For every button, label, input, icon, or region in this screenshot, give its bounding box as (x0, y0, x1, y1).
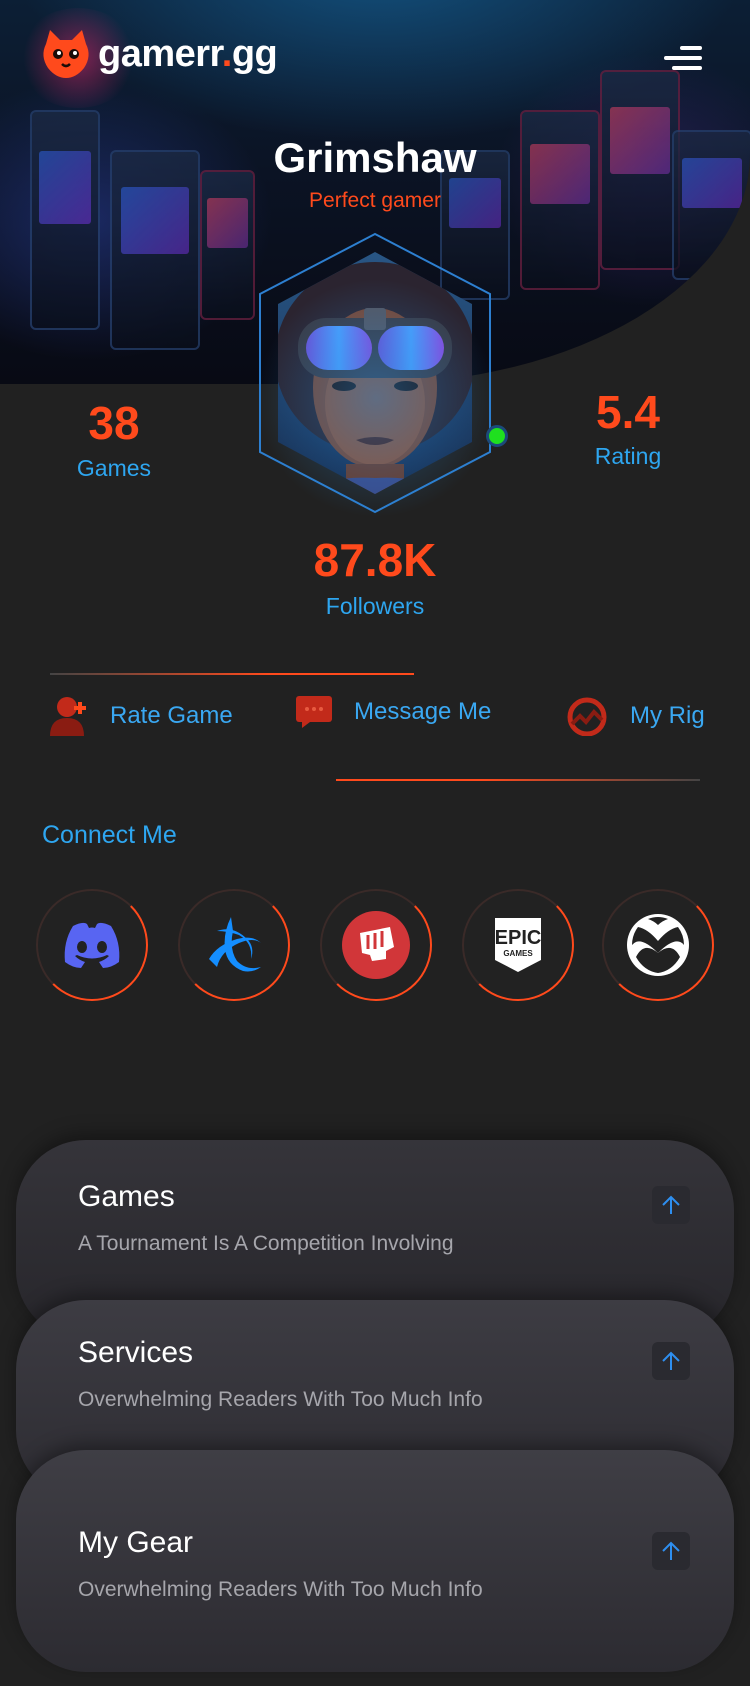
my-gear-card-description: Overwhelming Readers With Too Much Info (78, 1578, 483, 1601)
games-card-description: A Tournament Is A Competition Involving (78, 1232, 454, 1255)
my-gear-card[interactable]: My Gear Overwhelming Readers With Too Mu… (16, 1450, 734, 1672)
connect-title: Connect Me (42, 821, 177, 849)
followers-label: Followers (325, 593, 425, 619)
xbox-button[interactable] (602, 889, 714, 1001)
my-rig-label: My Rig (630, 702, 705, 729)
divider (336, 779, 700, 781)
brand-logo[interactable]: gamerr.gg (38, 26, 278, 82)
games-label: Games (76, 455, 152, 481)
rate-game-button[interactable]: Rate Game (50, 696, 233, 736)
services-card-title: Services (78, 1336, 194, 1369)
riot-button[interactable] (320, 889, 432, 1001)
followers-count: 87.8K (313, 534, 437, 586)
battlenet-icon (209, 917, 261, 972)
games-card-title: Games (78, 1180, 175, 1213)
rating-label: Rating (594, 443, 662, 469)
rating-value: 5.4 (596, 386, 660, 438)
brand-name: gamerr.gg (98, 32, 278, 75)
battlenet-button[interactable] (178, 889, 290, 1001)
my-gear-card-title: My Gear (78, 1526, 194, 1559)
message-me-button[interactable]: Message Me (296, 696, 491, 728)
games-count: 38 (88, 397, 140, 449)
gauge-icon (567, 697, 607, 736)
hamburger-menu-icon[interactable] (664, 46, 702, 72)
online-status-indicator (486, 425, 508, 447)
services-card-description: Overwhelming Readers With Too Much Info (78, 1388, 483, 1411)
arrow-up-icon[interactable] (652, 1342, 690, 1380)
divider (50, 673, 414, 675)
xbox-icon (627, 914, 689, 976)
my-rig-button[interactable]: My Rig (566, 696, 705, 736)
message-me-label: Message Me (354, 698, 492, 725)
add-user-icon (50, 697, 86, 736)
epic-games-icon: EPIC GAMES (495, 918, 542, 972)
cat-logo-icon (43, 30, 89, 78)
epic-logo-subtext: GAMES (503, 949, 533, 958)
discord-button[interactable] (36, 889, 148, 1001)
chat-icon (296, 696, 332, 728)
riot-icon (342, 911, 410, 979)
avatar[interactable] (246, 228, 504, 518)
arrow-up-icon[interactable] (652, 1186, 690, 1224)
profile-tagline: Perfect gamer (309, 189, 441, 212)
discord-icon (64, 922, 120, 968)
arrow-up-icon[interactable] (652, 1532, 690, 1570)
rate-game-label: Rate Game (110, 702, 233, 729)
epic-logo-text: EPIC (495, 927, 542, 949)
epic-games-button[interactable]: EPIC GAMES (462, 889, 574, 1001)
profile-name: Grimshaw (273, 134, 477, 181)
